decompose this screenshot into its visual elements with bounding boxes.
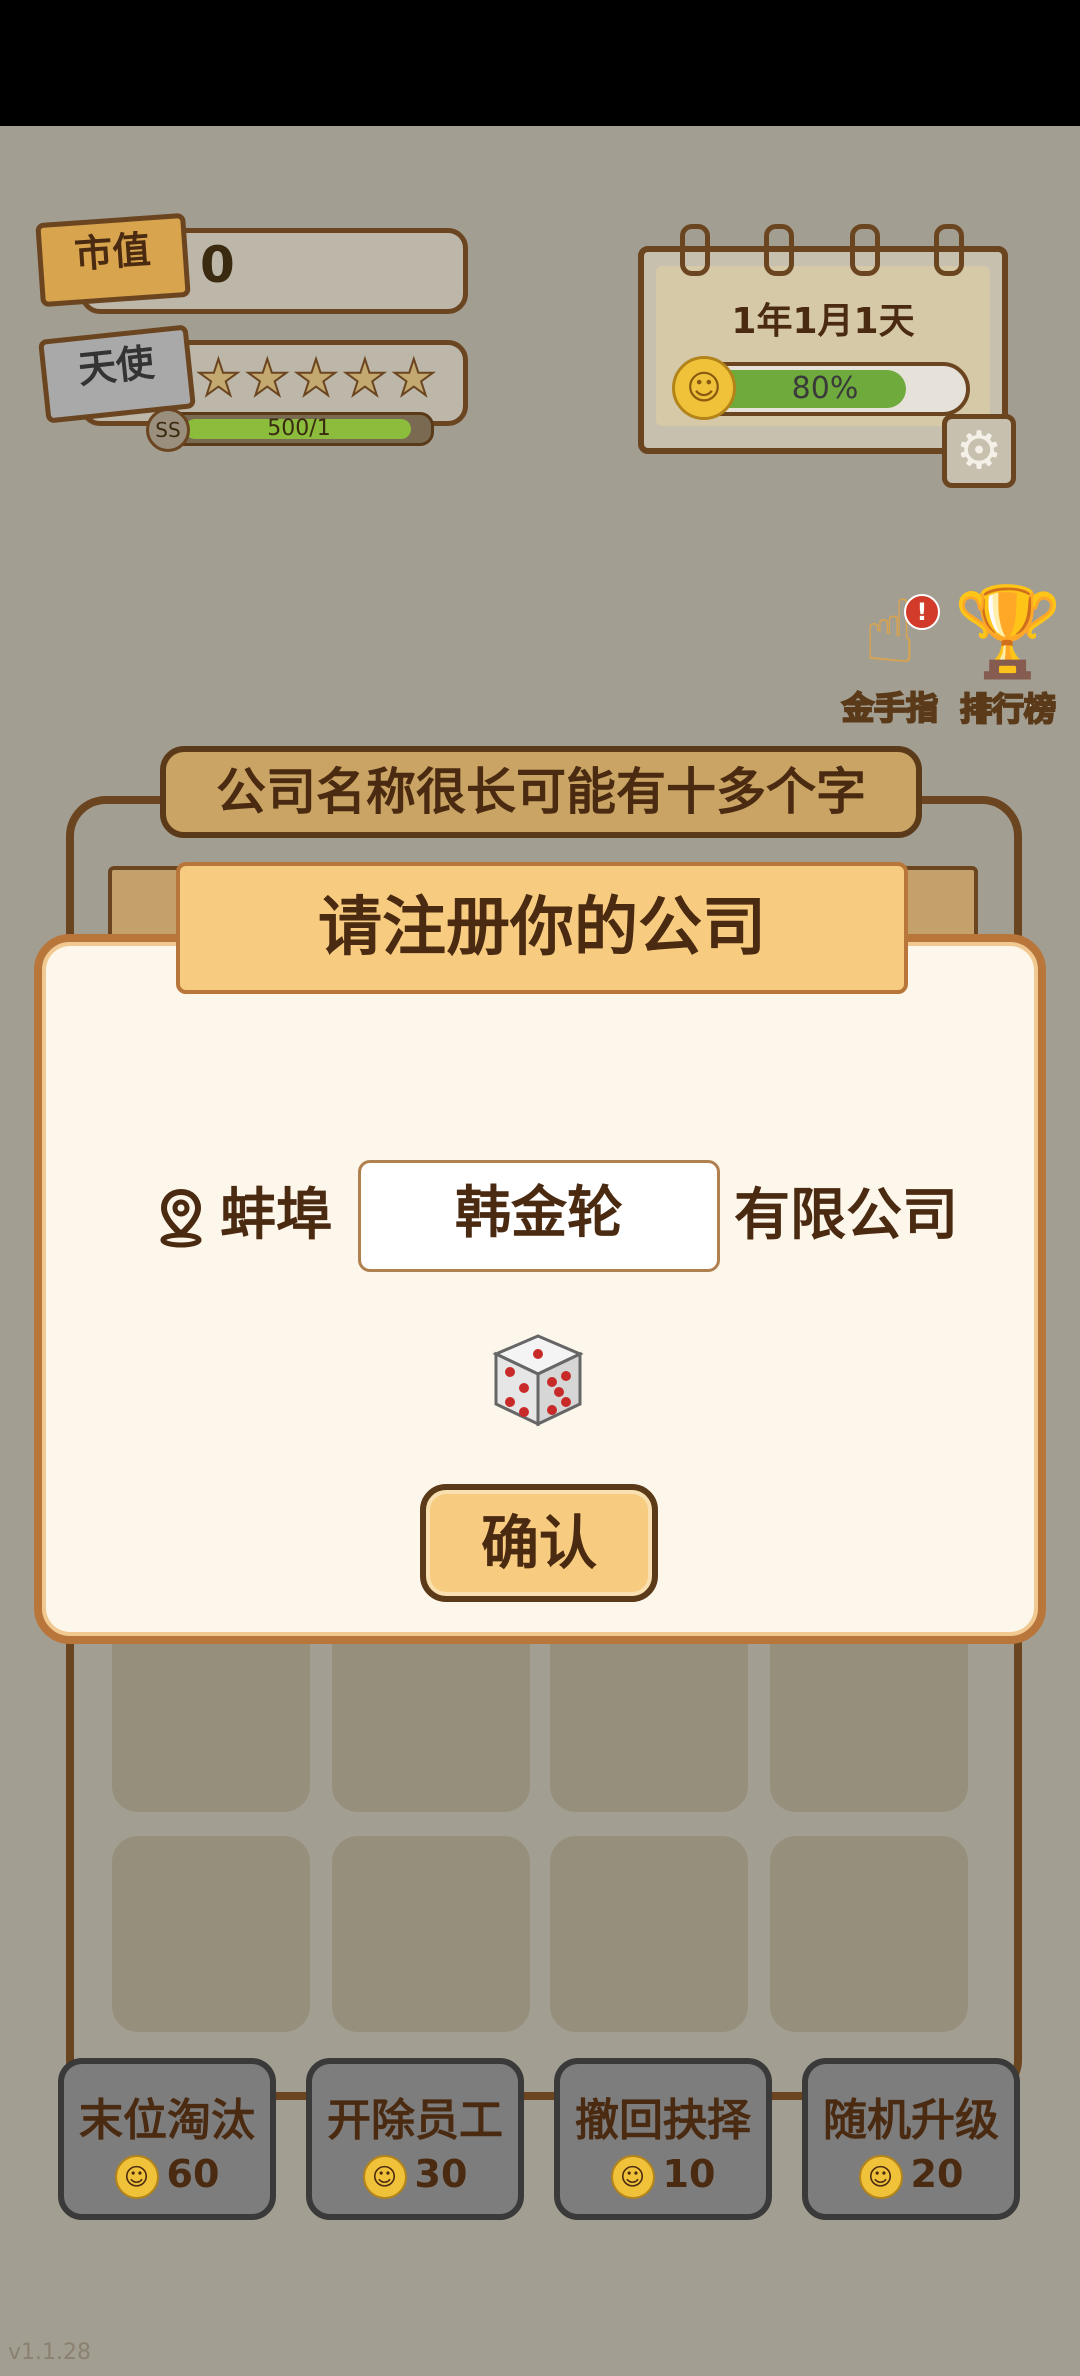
board-cell[interactable] — [332, 1836, 530, 2032]
level-badge: SS — [146, 408, 190, 452]
exp-bar: 500/1 — [164, 412, 434, 446]
tool-button[interactable]: 末位淘汰 ☺ 60 — [58, 2058, 276, 2220]
tool-button[interactable]: 随机升级 ☺ 20 — [802, 2058, 1020, 2220]
star-icon: ★ — [341, 349, 388, 407]
star-icon: ★ — [195, 349, 242, 407]
board-cell[interactable] — [550, 1616, 748, 1812]
tool-cost-value: 30 — [414, 2152, 468, 2196]
board-cell[interactable] — [112, 1836, 310, 2032]
badge-alert: ! — [904, 594, 940, 630]
calendar-ring — [934, 224, 964, 276]
tool-label: 末位淘汰 — [79, 2095, 255, 2146]
leaderboard-label: 排行榜 — [959, 689, 1057, 729]
version-label: v1.1.28 — [8, 2340, 91, 2365]
tool-cost-value: 60 — [166, 2152, 220, 2196]
gear-icon[interactable]: ⚙ — [942, 414, 1016, 488]
company-title: 公司名称很长可能有十多个字 — [160, 746, 922, 838]
market-value-tag: 市值 — [35, 212, 191, 308]
golden-finger-button[interactable]: ☝ ! 金手指 — [830, 580, 950, 729]
status-bar — [0, 0, 1080, 126]
calendar-ring — [764, 224, 794, 276]
city-label: 蚌埠 — [220, 1183, 332, 1248]
calendar-date: 1年1月1天 — [731, 301, 915, 342]
board-cell[interactable] — [112, 1616, 310, 1812]
tool-label: 撤回抉择 — [575, 2095, 751, 2146]
tool-button[interactable]: 开除员工 ☺ 30 — [306, 2058, 524, 2220]
location-pin-icon — [158, 1188, 204, 1248]
level-badge-text: SS — [155, 418, 181, 442]
dialog-title: 请注册你的公司 — [176, 862, 908, 994]
smile-icon: ☺ — [362, 2154, 407, 2199]
confirm-button[interactable]: 确认 — [420, 1484, 658, 1602]
company-name-input[interactable]: 韩金轮 — [358, 1160, 720, 1272]
leaderboard-button[interactable]: 🏆 排行榜 — [948, 580, 1068, 730]
calendar-ring — [850, 224, 880, 276]
board-cell[interactable] — [550, 1836, 748, 2032]
tool-label: 开除员工 — [327, 2095, 503, 2146]
tool-cost-value: 10 — [662, 2152, 716, 2196]
star-icon: ★ — [293, 349, 340, 407]
calendar-ring — [680, 224, 710, 276]
tool-cost: ☺ 20 — [808, 2152, 1014, 2199]
company-suffix: 有限公司 — [734, 1183, 958, 1248]
tool-cost: ☺ 30 — [312, 2152, 518, 2199]
smile-icon: ☺ — [610, 2154, 655, 2199]
board-cell[interactable] — [770, 1616, 968, 1812]
market-value: 0 — [200, 236, 235, 294]
tool-label: 随机升级 — [823, 2095, 999, 2146]
golden-finger-label: 金手指 — [841, 688, 939, 728]
hand-icon: ☝ — [863, 580, 917, 683]
star-icon: ★ — [244, 349, 291, 407]
tool-button[interactable]: 撤回抉择 ☺ 10 — [554, 2058, 772, 2220]
smile-icon: ☺ — [858, 2154, 903, 2199]
tool-cost: ☺ 10 — [560, 2152, 766, 2199]
star-rating: ★ ★ ★ ★ ★ — [195, 349, 437, 407]
market-value-label: 市值 — [72, 227, 152, 277]
board-cell[interactable] — [770, 1836, 968, 2032]
dice-icon[interactable] — [490, 1332, 586, 1428]
tool-cost: ☺ 60 — [64, 2152, 270, 2199]
exp-text: 500/1 — [267, 416, 331, 441]
angel-label: 天使 — [76, 340, 157, 392]
board-cell[interactable] — [332, 1616, 530, 1812]
star-icon: ★ — [390, 349, 437, 407]
tool-cost-value: 20 — [910, 2152, 964, 2196]
smile-icon: ☺ — [114, 2154, 159, 2199]
smile-icon: ☺ — [672, 356, 736, 420]
trophy-icon: 🏆 — [953, 580, 1063, 683]
